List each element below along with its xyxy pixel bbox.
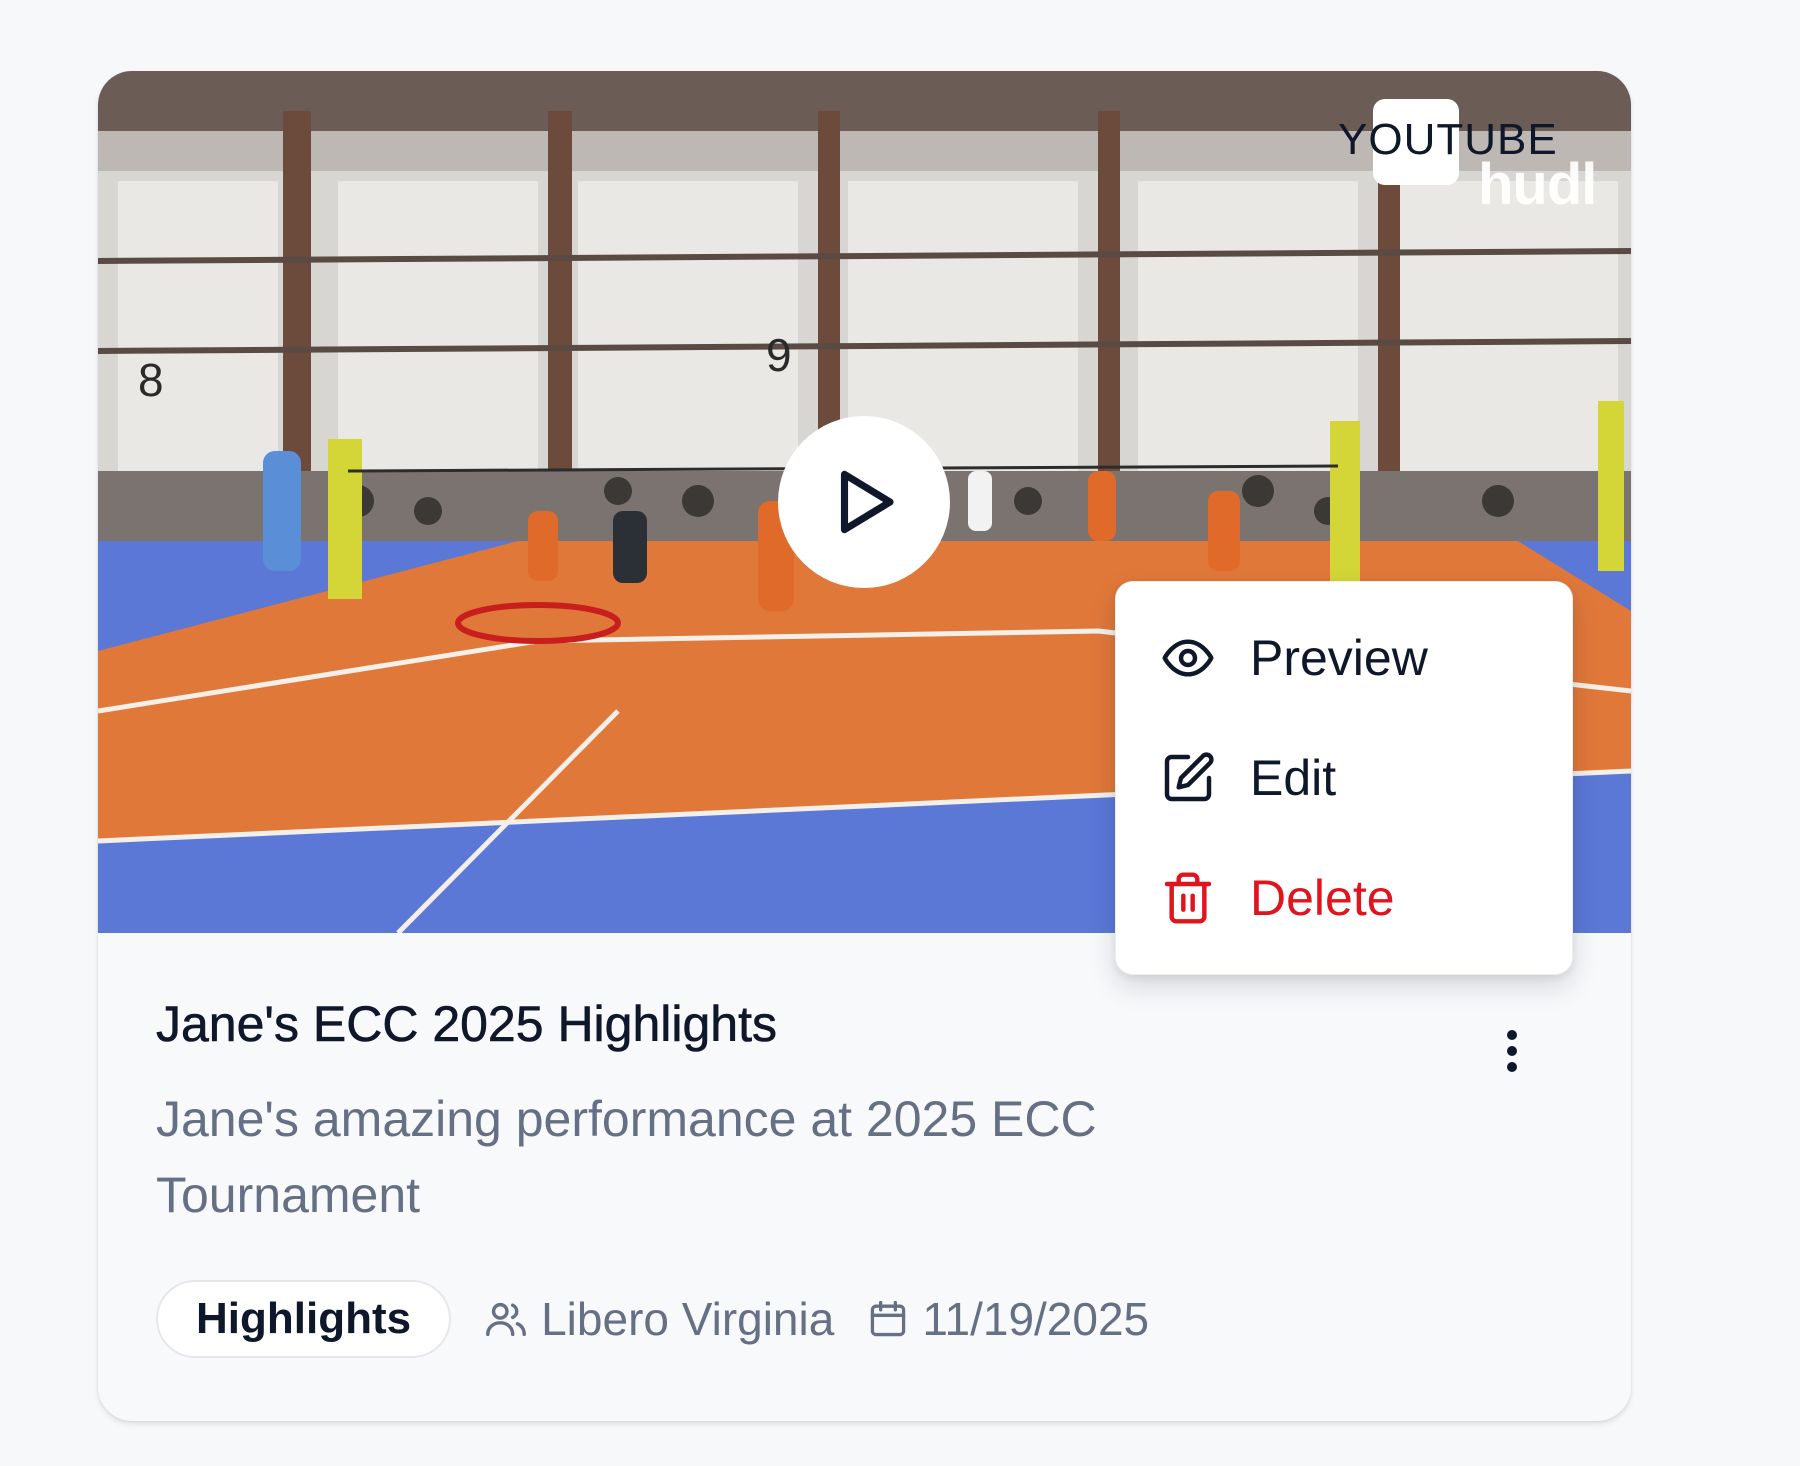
team-info: Libero Virginia xyxy=(483,1292,834,1346)
category-badge: Highlights xyxy=(156,1280,452,1358)
edit-icon xyxy=(1164,752,1214,802)
video-title: Jane's ECC 2025 Highlights xyxy=(156,996,778,1053)
more-dot-icon xyxy=(1507,1062,1517,1072)
team-name: Libero Virginia xyxy=(541,1293,835,1345)
hudl-watermark: hudl xyxy=(1478,152,1597,217)
trash-icon xyxy=(1164,872,1212,924)
menu-item-delete[interactable]: Delete xyxy=(1160,858,1395,938)
court-number-9: 9 xyxy=(766,329,792,381)
court-number-8: 8 xyxy=(138,354,164,406)
menu-item-label: Edit xyxy=(1250,750,1337,806)
video-meta: Highlights Libero Virginia 11/19/2025 xyxy=(156,1279,1149,1359)
menu-item-preview[interactable]: Preview xyxy=(1160,618,1428,698)
more-dot-icon xyxy=(1507,1030,1517,1040)
play-icon xyxy=(840,470,894,534)
play-button[interactable] xyxy=(778,416,950,588)
menu-item-label: Preview xyxy=(1250,630,1428,686)
more-options-button[interactable] xyxy=(1490,1021,1534,1081)
video-description: Jane's amazing performance at 2025 ECC T… xyxy=(156,1091,1097,1223)
calendar-icon xyxy=(871,1300,906,1337)
context-menu: Preview Edit Delete xyxy=(1115,581,1573,975)
more-dot-icon xyxy=(1507,1046,1517,1056)
eye-icon xyxy=(1162,639,1214,677)
video-date: 11/19/2025 xyxy=(922,1293,1150,1345)
menu-item-label: Delete xyxy=(1250,870,1395,926)
date-info: 11/19/2025 xyxy=(866,1292,1149,1346)
users-icon xyxy=(486,1302,527,1337)
menu-item-edit[interactable]: Edit xyxy=(1160,738,1336,818)
